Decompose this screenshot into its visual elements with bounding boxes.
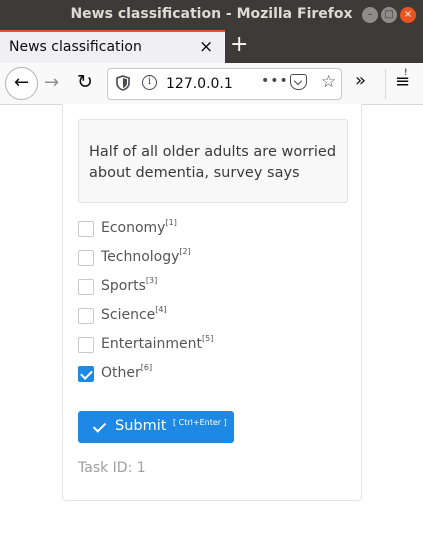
option-technology[interactable]: Technology[2]	[78, 247, 338, 269]
option-sports[interactable]: Sports[3]	[78, 276, 338, 298]
hotkey-hint: [4]	[155, 305, 167, 314]
option-label: Economy	[101, 220, 166, 236]
overflow-menu-icon[interactable]: »	[355, 70, 366, 91]
task-id: Task ID: 1	[78, 460, 146, 476]
back-arrow-icon[interactable]: ←	[5, 67, 38, 100]
option-label: Technology	[101, 249, 180, 265]
option-economy[interactable]: Economy[1]	[78, 218, 338, 240]
technology-checkbox[interactable]	[78, 250, 94, 266]
option-label: Entertainment	[101, 336, 203, 352]
option-other[interactable]: Other[6]	[78, 363, 338, 385]
site-info-icon[interactable]: i	[142, 75, 157, 90]
pocket-icon[interactable]	[290, 74, 307, 90]
news-headline-text: Half of all older adults are worried abo…	[78, 119, 348, 203]
annotation-card: Half of all older adults are worried abo…	[62, 104, 362, 501]
submit-label: Submit	[115, 418, 167, 434]
reload-icon[interactable]: ↻	[77, 71, 93, 93]
hotkey-hint: [5]	[202, 334, 214, 343]
tab-news-classification[interactable]: News classification ×	[0, 30, 225, 63]
economy-checkbox[interactable]	[78, 221, 94, 237]
hotkey-hint: [1]	[165, 218, 177, 227]
hotkey-hint: [2]	[179, 247, 191, 256]
option-label: Sports	[101, 278, 146, 294]
menu-warning-icon: !	[404, 68, 408, 78]
tab-strip: News classification × +	[0, 30, 423, 63]
url-text[interactable]: 127.0.0.1	[166, 76, 233, 92]
window-title: News classification - Mozilla Firefox	[70, 6, 353, 22]
hotkey-hint: [3]	[145, 276, 158, 285]
forward-arrow-icon[interactable]: →	[44, 72, 59, 93]
hotkey-hint: [6]	[140, 363, 153, 372]
option-label: Other	[101, 365, 141, 381]
new-tab-icon[interactable]: +	[230, 32, 248, 57]
minimize-window-button[interactable]: –	[362, 7, 378, 23]
option-entertainment[interactable]: Entertainment[5]	[78, 334, 338, 356]
page-actions-icon[interactable]: •••	[261, 73, 289, 89]
close-tab-icon[interactable]: ×	[199, 37, 213, 57]
other-checkbox[interactable]	[78, 366, 94, 382]
navigation-toolbar: ← → ↻ i 127.0.0.1 ••• ☆ » ≡ !	[0, 63, 423, 105]
submit-button[interactable]: Submit [ Ctrl+Enter ]	[78, 411, 234, 443]
option-science[interactable]: Science[4]	[78, 305, 338, 327]
maximize-window-button[interactable]: □	[381, 7, 397, 23]
window-titlebar: News classification - Mozilla Firefox – …	[0, 0, 423, 30]
bookmark-star-icon[interactable]: ☆	[321, 72, 336, 92]
entertainment-checkbox[interactable]	[78, 337, 94, 353]
toolbar-separator	[385, 69, 386, 99]
submit-shortcut-hint: [ Ctrl+Enter ]	[173, 418, 227, 427]
science-checkbox[interactable]	[78, 308, 94, 324]
checkmark-icon	[92, 419, 107, 433]
option-label: Science	[101, 307, 156, 323]
url-bar[interactable]: i 127.0.0.1 ••• ☆	[107, 68, 342, 100]
close-window-button[interactable]: ×	[400, 7, 416, 23]
hamburger-menu-icon[interactable]: ≡	[395, 71, 410, 92]
sports-checkbox[interactable]	[78, 279, 94, 295]
tracking-shield-icon[interactable]	[116, 75, 130, 95]
tab-label: News classification	[9, 39, 142, 55]
